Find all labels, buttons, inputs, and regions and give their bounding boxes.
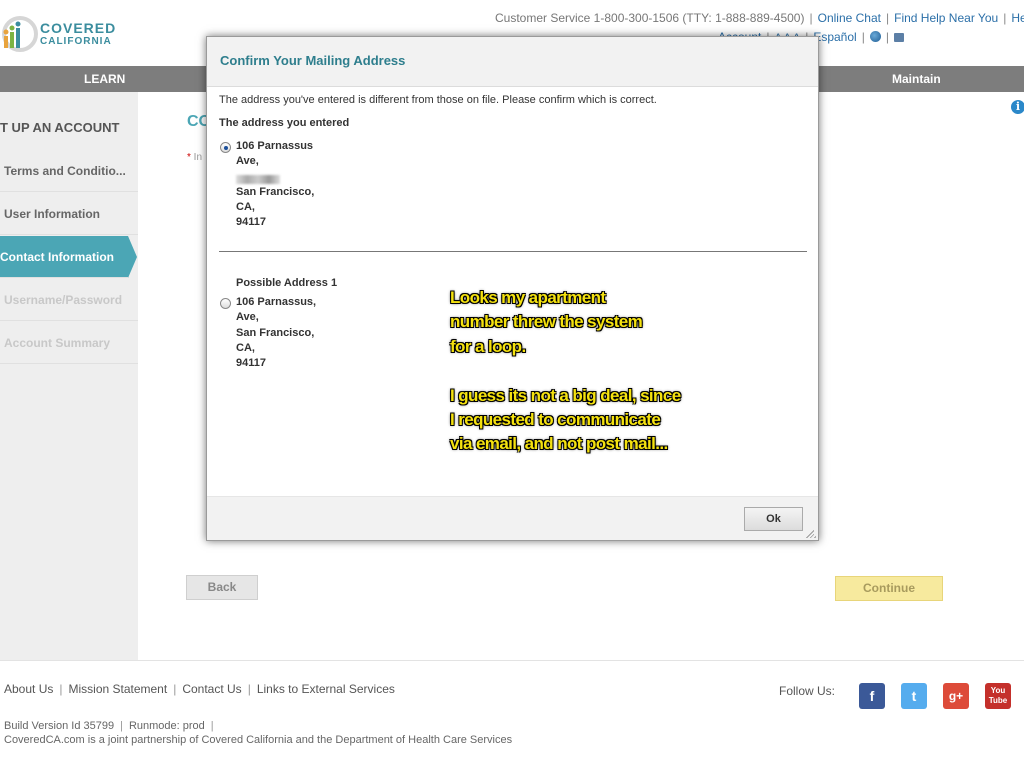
continue-button[interactable]: Continue xyxy=(835,576,943,601)
address-line: San Francisco, xyxy=(236,185,315,198)
twitter-icon[interactable]: t xyxy=(901,683,927,709)
active-step-arrow xyxy=(128,236,137,278)
sidebar-item-account-summary: Account Summary xyxy=(0,322,138,364)
sidebar-item-label: Contact Information xyxy=(0,250,114,264)
follow-us-label: Follow Us: xyxy=(779,684,836,698)
address-line: CA, xyxy=(236,201,255,214)
build-info: Build Version Id 35799 | Runmode: prod | xyxy=(4,720,214,732)
address-line: 94117 xyxy=(236,357,266,370)
utility-links-top: Customer Service 1-800-300-1506 (TTY: 1-… xyxy=(495,11,1024,25)
globe-icon[interactable] xyxy=(869,31,881,42)
help-link[interactable]: Help xyxy=(1011,11,1024,25)
possible-address: 106 Parnassus, Ave, San Francisco, CA, 9… xyxy=(236,295,316,371)
customer-service-text: Customer Service 1-800-300-1506 (TTY: 1-… xyxy=(494,11,805,25)
address-line: 106 Parnassus, xyxy=(236,296,317,308)
footer-links: About Us | Mission Statement | Contact Us | Li… xyxy=(4,682,395,696)
logo-text-california: CALIFORNIA xyxy=(40,36,112,47)
required-note: * In xyxy=(187,152,203,163)
address-line: Ave, xyxy=(236,311,259,324)
footer-link-external-services[interactable]: Links to External Services xyxy=(257,682,395,696)
ok-button[interactable]: Ok xyxy=(744,507,803,531)
dialog-message: The address you've entered is different … xyxy=(219,94,657,106)
footer-link-mission-statement[interactable]: Mission Statement xyxy=(68,682,167,696)
find-help-link[interactable]: Find Help Near You xyxy=(894,11,998,25)
sidebar-item-terms[interactable]: Terms and Conditio... xyxy=(0,150,138,192)
site-footer: About Us | Mission Statement | Contact Us | Li… xyxy=(0,660,1024,768)
sidebar-title: T UP AN ACCOUNT xyxy=(0,120,120,135)
espanol-link[interactable]: Español xyxy=(813,30,856,44)
google-plus-icon[interactable]: g+ xyxy=(943,683,969,709)
confirm-address-dialog: Confirm Your Mailing Address The address… xyxy=(206,36,819,541)
dialog-footer: Ok xyxy=(207,496,818,540)
possible-address-radio[interactable] xyxy=(220,298,231,309)
address-line: CA, xyxy=(236,341,255,354)
youtube-icon[interactable]: You Tube xyxy=(985,683,1011,709)
possible-address-label: Possible Address 1 xyxy=(236,277,338,289)
online-chat-link[interactable]: Online Chat xyxy=(818,11,881,25)
dialog-divider xyxy=(219,251,807,252)
sidebar-item-label: Username/Password xyxy=(4,293,123,307)
account-steps-sidebar: T UP AN ACCOUNT Terms and Conditio... Us… xyxy=(0,92,138,660)
runmode: Runmode: prod xyxy=(128,720,205,732)
sidebar-item-label: User Information xyxy=(4,207,101,221)
entered-address-radio[interactable] xyxy=(220,142,231,153)
covered-california-logo[interactable]: COVERED CALIFORNIA xyxy=(0,6,120,56)
dialog-title: Confirm Your Mailing Address xyxy=(220,53,406,68)
sidebar-item-label: Account Summary xyxy=(4,336,111,350)
footer-link-contact-us[interactable]: Contact Us xyxy=(182,682,241,696)
nav-learn[interactable]: LEARN xyxy=(84,72,125,86)
print-icon[interactable] xyxy=(893,33,904,42)
build-version: Build Version Id 35799 xyxy=(4,720,115,732)
annotation-overlay: Looks my apartment number threw the syst… xyxy=(450,288,681,454)
sidebar-item-contact-information[interactable]: Contact Information xyxy=(0,236,128,278)
nav-maintain[interactable]: Maintain xyxy=(892,72,941,86)
facebook-icon[interactable]: f xyxy=(859,683,885,709)
resize-handle-icon[interactable] xyxy=(806,528,816,538)
partnership-text: CoveredCA.com is a joint partnership of … xyxy=(4,734,513,746)
dialog-header[interactable]: Confirm Your Mailing Address xyxy=(207,37,818,87)
redacted-apartment-number xyxy=(236,175,280,184)
sidebar-item-user-information[interactable]: User Information xyxy=(0,193,138,235)
logo-text-covered: COVERED xyxy=(40,20,117,36)
logo-icon xyxy=(2,16,38,52)
address-line: 94117 xyxy=(236,216,266,229)
address-line: San Francisco, xyxy=(236,326,315,339)
sidebar-item-username-password: Username/Password xyxy=(0,279,138,321)
entered-address: 106 Parnassus Ave, San Francisco, CA, 94… xyxy=(236,139,314,231)
back-button[interactable]: Back xyxy=(186,575,258,600)
address-line: Ave, xyxy=(236,155,259,168)
sidebar-item-label: Terms and Conditio... xyxy=(4,164,126,178)
entered-address-label: The address you entered xyxy=(219,117,350,129)
address-line: 106 Parnassus xyxy=(236,140,314,152)
footer-link-about-us[interactable]: About Us xyxy=(4,682,53,696)
info-icon[interactable]: i xyxy=(1011,100,1024,114)
